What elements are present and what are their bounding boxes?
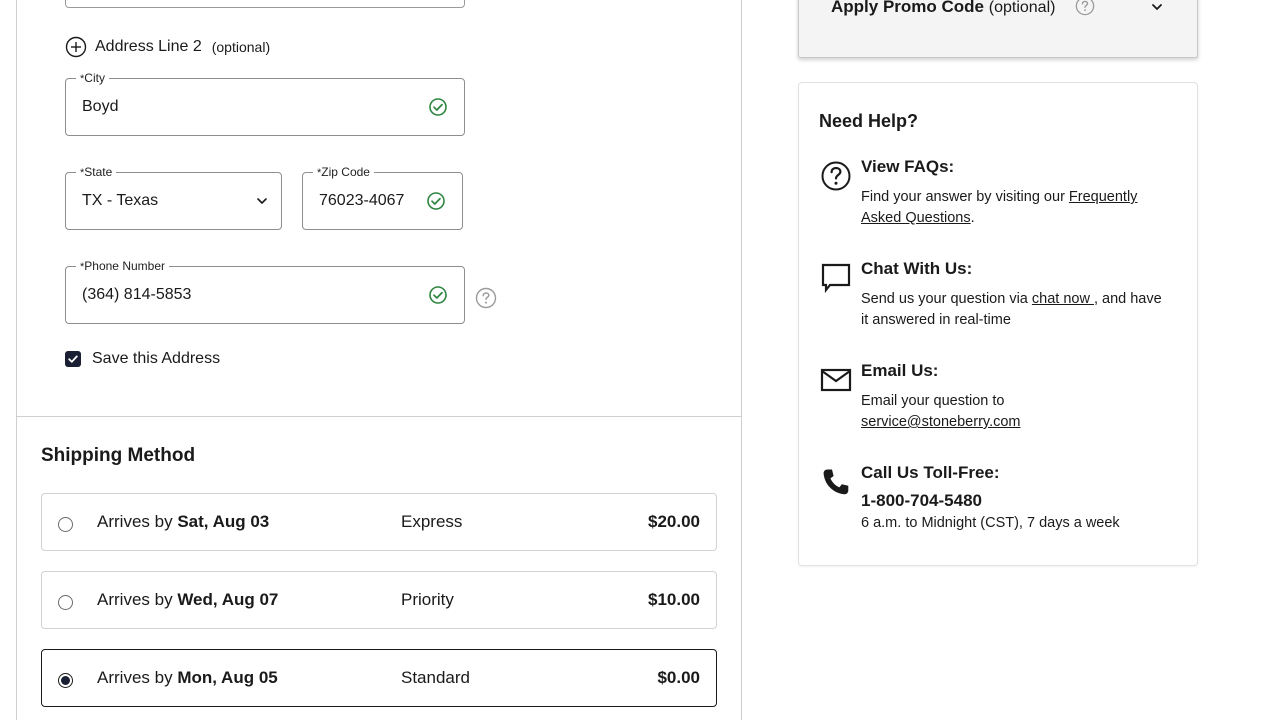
shipping-price: $10.00 <box>648 590 700 609</box>
address-line2-label: Address Line 2 <box>95 38 202 55</box>
email-text: Email your question to service@stoneberry… <box>861 393 1021 430</box>
add-address-line2-toggle[interactable]: Address Line 2 (optional) <box>65 36 270 58</box>
shipping-price: $0.00 <box>657 668 700 687</box>
arrival-date: Arrives by Mon, Aug 05 <box>97 668 278 687</box>
checkbox-checked[interactable] <box>65 351 81 367</box>
zip-field[interactable]: *Zip Code 76023-4067 <box>302 165 463 230</box>
save-address-checkbox[interactable]: Save this Address <box>65 350 220 368</box>
email-link[interactable]: service@stoneberry.com <box>861 414 1021 430</box>
zip-label: *Zip Code <box>313 165 374 180</box>
section-divider <box>17 416 741 417</box>
chevron-down-icon <box>1152 4 1162 10</box>
shipping-method-name: Priority <box>401 590 454 609</box>
promo-code-accordion[interactable]: Apply Promo Code (optional) <box>798 0 1198 58</box>
check-circle-icon <box>429 286 447 304</box>
state-value: TX - Texas <box>82 192 159 209</box>
city-field[interactable]: *City Boyd <box>65 71 465 136</box>
shipping-method-name: Express <box>401 512 463 531</box>
question-circle-icon[interactable] <box>1075 0 1095 16</box>
check-circle-icon <box>427 192 445 210</box>
need-help-panel: Need Help? View FAQs: Find your answer b… <box>798 82 1198 566</box>
chat-bubble-icon <box>821 263 851 294</box>
question-circle-icon <box>821 161 851 191</box>
shipping-option-standard[interactable]: Arrives by Mon, Aug 05 Standard $0.00 <box>41 649 717 707</box>
checkout-address-panel: Address Line 2 (optional) *City Boyd *St… <box>16 0 742 720</box>
radio-button[interactable] <box>58 595 73 610</box>
chat-now-link[interactable]: chat now <box>1032 291 1094 307</box>
faqs-heading: View FAQs: <box>861 157 955 176</box>
need-help-title: Need Help? <box>819 111 919 131</box>
faqs-text: Find your answer by visiting our Frequen… <box>861 189 1138 226</box>
shipping-method-title: Shipping Method <box>41 445 196 466</box>
zip-value[interactable]: 76023-4067 <box>319 192 404 210</box>
save-address-label: Save this Address <box>92 350 221 367</box>
toll-free-number[interactable]: 1-800-704-5480 <box>861 491 982 511</box>
phone-field[interactable]: *Phone Number (364) 814-5853 <box>65 259 465 324</box>
promo-code-title: Apply Promo Code (optional) <box>831 0 1056 16</box>
checkmark-icon <box>68 355 78 363</box>
shipping-method-name: Standard <box>401 668 470 687</box>
chat-heading: Chat With Us: <box>861 259 973 278</box>
envelope-icon <box>820 368 852 392</box>
shipping-option-express[interactable]: Arrives by Sat, Aug 03 Express $20.00 <box>41 493 717 551</box>
phone-label: *Phone Number <box>76 259 169 274</box>
phone-value[interactable]: (364) 814-5853 <box>82 286 191 304</box>
chevron-down-icon <box>257 198 267 204</box>
phone-icon <box>823 469 849 495</box>
radio-button[interactable] <box>58 517 73 532</box>
state-select[interactable]: *State TX - Texas <box>65 165 282 230</box>
city-label: *City <box>76 71 109 86</box>
address-line2-optional: (optional) <box>211 39 271 55</box>
chat-text: Send us your question via chat now , and… <box>861 291 1162 328</box>
check-circle-icon <box>429 98 447 116</box>
radio-button-selected[interactable] <box>58 673 73 688</box>
state-label: *State <box>76 165 117 180</box>
plus-circle-icon <box>65 36 87 58</box>
city-value[interactable]: Boyd <box>82 98 118 116</box>
arrival-date: Arrives by Sat, Aug 03 <box>97 512 270 531</box>
address-line1-field-bottom[interactable] <box>65 0 465 8</box>
shipping-option-priority[interactable]: Arrives by Wed, Aug 07 Priority $10.00 <box>41 571 717 629</box>
shipping-price: $20.00 <box>648 512 700 531</box>
arrival-date: Arrives by Wed, Aug 07 <box>97 590 279 609</box>
call-heading: Call Us Toll-Free: <box>861 463 1000 482</box>
email-heading: Email Us: <box>861 361 939 380</box>
call-hours: 6 a.m. to Midnight (CST), 7 days a week <box>861 515 1120 531</box>
question-circle-icon[interactable] <box>475 287 497 309</box>
